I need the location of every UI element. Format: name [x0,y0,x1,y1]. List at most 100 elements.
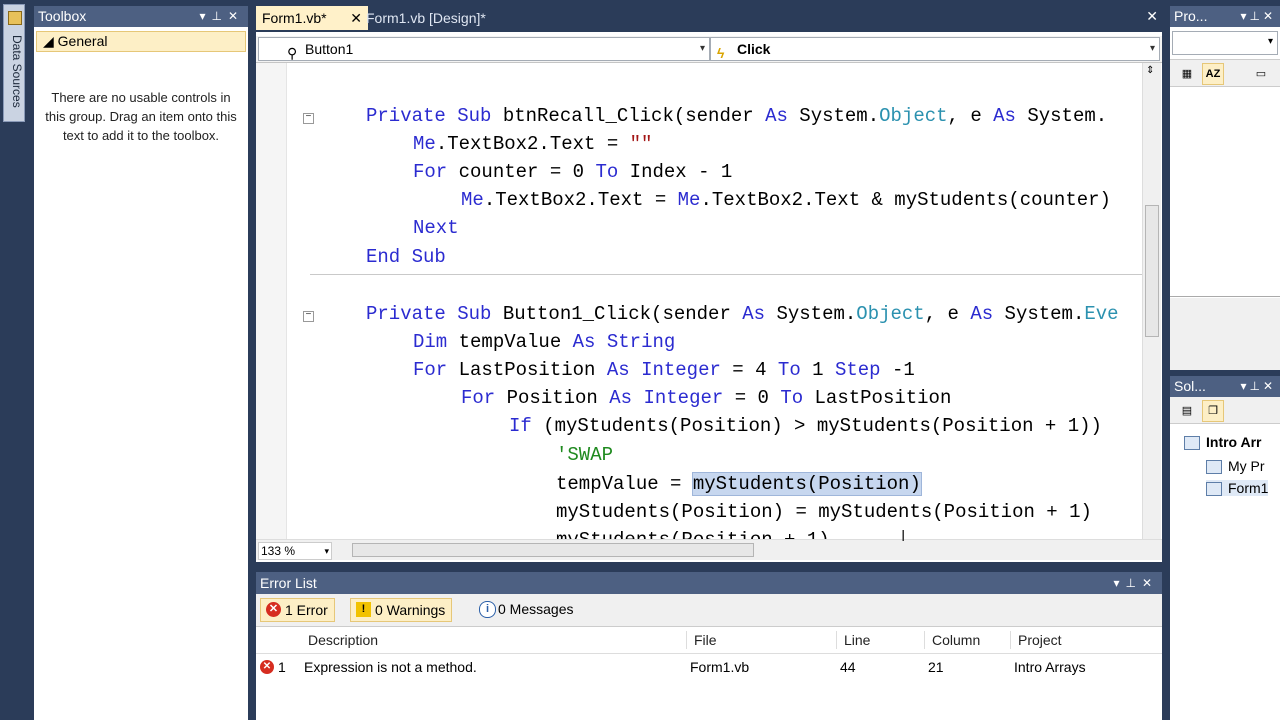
toolbox-panel: Toolbox ▾⊥✕ ◢ General There are no usabl… [34,6,248,720]
error-list-header: Description File Line Column Project [256,627,1162,654]
event-combo[interactable]: ϟ Click ▾ [710,37,1160,61]
column-divider[interactable] [836,631,837,649]
code-line: If (myStudents(Position) > myStudents(Po… [509,415,1102,437]
collapse-triangle-icon: ◢ [43,33,54,49]
errors-filter-button[interactable]: ✕ 1 Error [260,598,335,622]
errors-filter-label: 1 Error [285,602,328,618]
error-file: Form1.vb [690,659,750,675]
event-combo-value: Click [737,41,771,57]
code-line: myStudents(Position + 1) [556,528,830,539]
solution-title-bar: Sol... ▾⊥✕ [1170,376,1280,397]
chevron-down-icon[interactable]: ▾ [324,543,329,559]
object-combo-value: Button1 [305,41,354,57]
zoom-combo[interactable]: 133 % ▾ [258,542,332,560]
chevron-down-icon[interactable]: ▾ [1150,38,1155,60]
close-icon[interactable]: ✕ [1263,379,1276,393]
chevron-down-icon[interactable]: ▾ [700,38,705,60]
method-separator [310,274,1142,275]
properties-title-bar: Pro... ▾⊥✕ [1170,6,1280,27]
warning-icon: ! [356,602,371,617]
error-project: Intro Arrays [1014,659,1086,675]
properties-object-combo[interactable]: ▾ [1172,31,1278,55]
column-header-project[interactable]: Project [1018,627,1062,653]
warnings-filter-button[interactable]: ! 0 Warnings [350,598,453,622]
properties-title: Pro... [1174,8,1208,24]
text-cursor-icon: I [901,528,906,545]
project-label: Intro Arr [1206,434,1262,450]
split-icon[interactable]: ⇕ [1146,65,1154,76]
horizontal-scrollbar[interactable]: 133 % ▾ [256,539,1162,560]
properties-divider[interactable] [1170,296,1280,297]
error-list-title-bar: Error List ▾⊥✕ [256,572,1162,594]
solution-title: Sol... [1174,378,1206,394]
chevron-down-icon[interactable]: ▾ [1268,36,1273,47]
error-description: Expression is not a method. [304,659,477,675]
close-icon[interactable]: ✕ [1142,576,1158,590]
info-icon: i [479,601,496,618]
zoom-value: 133 % [261,544,296,558]
pin-icon[interactable]: ⊥ [211,9,227,23]
column-divider[interactable] [1010,631,1011,649]
property-pages-icon[interactable]: ▭ [1250,63,1272,85]
solution-item-project[interactable]: Intro Arr [1184,434,1262,451]
my-project-icon [1206,460,1222,475]
pin-icon[interactable]: ⊥ [1125,576,1141,590]
close-document-icon[interactable]: ✕ [1146,8,1158,25]
close-icon[interactable]: ✕ [1263,9,1276,23]
pin-icon[interactable]: ⊥ [1249,9,1262,23]
collapse-icon[interactable]: − [303,311,314,322]
show-all-files-icon[interactable]: ❐ [1202,400,1224,422]
code-line: For LastPosition As Integer = 4 To 1 Ste… [413,359,915,381]
properties-toolbar: ▦ AZ ▭ [1170,59,1280,87]
column-divider[interactable] [686,631,687,649]
code-line: Next [413,217,459,239]
dropdown-arrow-icon[interactable]: ▾ [1113,576,1125,590]
error-icon: ✕ [260,660,274,674]
alphabetical-icon[interactable]: AZ [1202,63,1224,85]
code-area[interactable]: − − Private Sub btnRecall_Click(sender A… [256,63,1142,539]
categorized-icon[interactable]: ▦ [1176,63,1198,85]
column-header-line[interactable]: Line [844,627,870,653]
column-header-description[interactable]: Description [308,627,378,653]
solution-item-form1[interactable]: Form1 [1206,480,1269,497]
lightning-icon: ϟ [717,45,725,61]
tab-form1-vb[interactable]: Form1.vb* ✕ [256,6,368,30]
data-sources-label: Data Sources [10,35,24,108]
code-line: For Position As Integer = 0 To LastPosit… [461,387,952,409]
code-line: tempValue = myStudents(Position) [556,472,922,496]
collapse-icon[interactable]: − [303,113,314,124]
code-line: Private Sub btnRecall_Click(sender As Sy… [366,105,1108,127]
error-column: 21 [928,659,944,675]
tab-form1-design[interactable]: Form1.vb [Design]* [360,6,512,30]
object-combo[interactable]: ⚲ Button1 ▾ [258,37,710,61]
error-index: 1 [278,659,286,675]
data-sources-icon [8,11,22,25]
properties-icon[interactable]: ▤ [1176,400,1198,422]
vertical-scrollbar[interactable]: ⇕ [1142,63,1161,539]
solution-item-my-project[interactable]: My Pr [1206,458,1265,475]
pin-icon[interactable]: ⊥ [1249,379,1262,393]
project-icon [1184,436,1200,451]
code-line: For counter = 0 To Index - 1 [413,161,733,183]
messages-filter-button[interactable]: i 0 Messages [474,598,579,620]
column-header-column[interactable]: Column [932,627,980,653]
dropdown-arrow-icon[interactable]: ▾ [199,9,211,23]
toolbox-group-label: General [57,33,108,49]
column-header-file[interactable]: File [694,627,717,653]
vertical-scroll-thumb[interactable] [1145,205,1159,337]
table-row[interactable]: ✕ 1 Expression is not a method. Form1.vb… [256,654,1162,680]
data-sources-tab[interactable]: Data Sources [3,4,25,122]
column-divider[interactable] [924,631,925,649]
close-icon[interactable]: ✕ [228,9,244,23]
code-line: 'SWAP [556,444,614,466]
tab-label: Form1.vb* [262,10,327,26]
toolbox-group-general[interactable]: ◢ General [36,31,246,52]
form1-label: Form1 [1228,480,1269,496]
properties-description-area [1170,298,1280,370]
error-icon: ✕ [266,602,281,617]
toolbox-title-bar: Toolbox ▾⊥✕ [34,6,248,27]
code-line: myStudents(Position) = myStudents(Positi… [556,501,1092,523]
navigation-bar: ⚲ Button1 ▾ ϟ Click ▾ [256,36,1162,63]
my-project-label: My Pr [1228,458,1265,474]
horizontal-scroll-thumb[interactable] [352,543,754,557]
